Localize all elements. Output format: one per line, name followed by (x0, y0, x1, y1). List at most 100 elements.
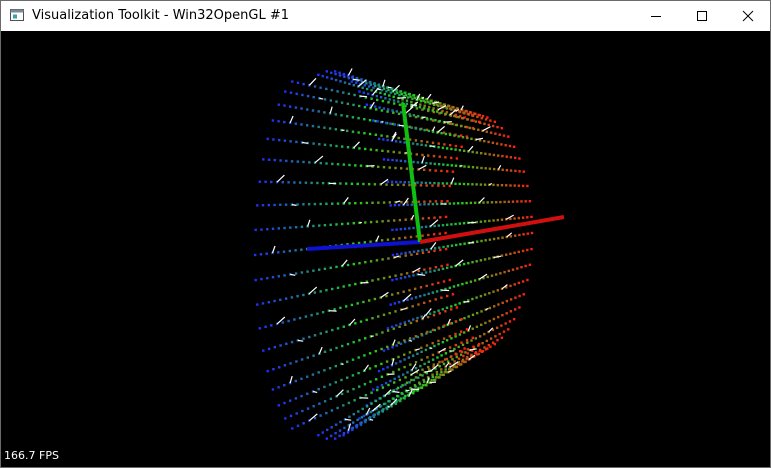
point (342, 325, 345, 328)
point (475, 260, 478, 263)
point (325, 411, 328, 415)
point (380, 88, 384, 92)
point (503, 200, 506, 204)
point (277, 251, 280, 254)
point (319, 332, 322, 335)
render-viewport[interactable]: 166.7 FPS (1, 31, 770, 467)
point (437, 142, 440, 145)
point (294, 379, 297, 383)
point (440, 370, 443, 374)
maximize-button[interactable] (679, 1, 725, 31)
point (386, 329, 390, 332)
point (423, 200, 426, 203)
point (336, 286, 340, 289)
point (464, 360, 467, 363)
point (377, 137, 381, 141)
point (283, 364, 287, 367)
point (516, 200, 519, 203)
point (450, 265, 453, 269)
close-button[interactable] (725, 1, 771, 31)
point (363, 241, 366, 244)
minimize-button[interactable] (633, 1, 679, 31)
point (427, 233, 430, 237)
point (462, 262, 466, 266)
point (501, 301, 504, 304)
point (483, 140, 486, 143)
point (444, 231, 447, 235)
render-scene[interactable] (1, 31, 770, 467)
point (415, 319, 418, 323)
point (425, 248, 428, 251)
point (403, 397, 406, 400)
point (451, 122, 454, 126)
point (417, 115, 420, 118)
point (416, 181, 419, 184)
point (362, 300, 365, 304)
point (445, 147, 449, 150)
point (400, 201, 403, 204)
point (431, 353, 435, 357)
point (480, 323, 483, 326)
point (291, 427, 294, 430)
point (277, 275, 280, 278)
point (319, 202, 322, 206)
point (391, 253, 395, 257)
point (494, 335, 497, 338)
point (488, 238, 492, 241)
point (382, 368, 385, 371)
point (391, 183, 394, 186)
point (298, 181, 302, 184)
point (458, 302, 461, 305)
point (359, 423, 363, 426)
point (346, 342, 350, 346)
point (385, 360, 389, 363)
point (441, 146, 445, 149)
point (365, 103, 368, 106)
point (266, 369, 269, 373)
point (492, 219, 495, 222)
point (358, 262, 361, 265)
point (437, 163, 441, 166)
point (447, 360, 450, 363)
point (421, 368, 424, 371)
point (484, 152, 487, 155)
point (321, 431, 324, 434)
point (454, 335, 457, 338)
point (437, 309, 440, 312)
point (463, 242, 466, 245)
point (338, 71, 341, 74)
point (455, 157, 459, 160)
point (443, 370, 446, 374)
point (312, 354, 315, 357)
point (505, 184, 508, 187)
point (440, 132, 443, 135)
point (420, 315, 423, 318)
point (325, 289, 328, 292)
point (301, 409, 304, 413)
point (358, 147, 361, 150)
point (302, 337, 305, 340)
point (420, 143, 423, 146)
point (395, 159, 398, 162)
point (530, 247, 533, 251)
point (443, 143, 446, 146)
point (300, 107, 303, 110)
point (433, 224, 436, 228)
point (403, 276, 407, 279)
point (294, 106, 298, 109)
point (425, 184, 428, 187)
point (402, 373, 405, 376)
point (451, 105, 454, 109)
point (397, 100, 400, 103)
point (433, 247, 437, 250)
point (488, 292, 491, 295)
point (408, 227, 411, 230)
title-bar[interactable]: Visualization Toolkit - Win32OpenGL #1 (1, 1, 770, 31)
point (458, 110, 462, 114)
point (311, 373, 315, 376)
point (294, 249, 297, 252)
point (392, 370, 395, 374)
point (296, 203, 299, 206)
point (357, 356, 360, 359)
point (348, 415, 351, 418)
